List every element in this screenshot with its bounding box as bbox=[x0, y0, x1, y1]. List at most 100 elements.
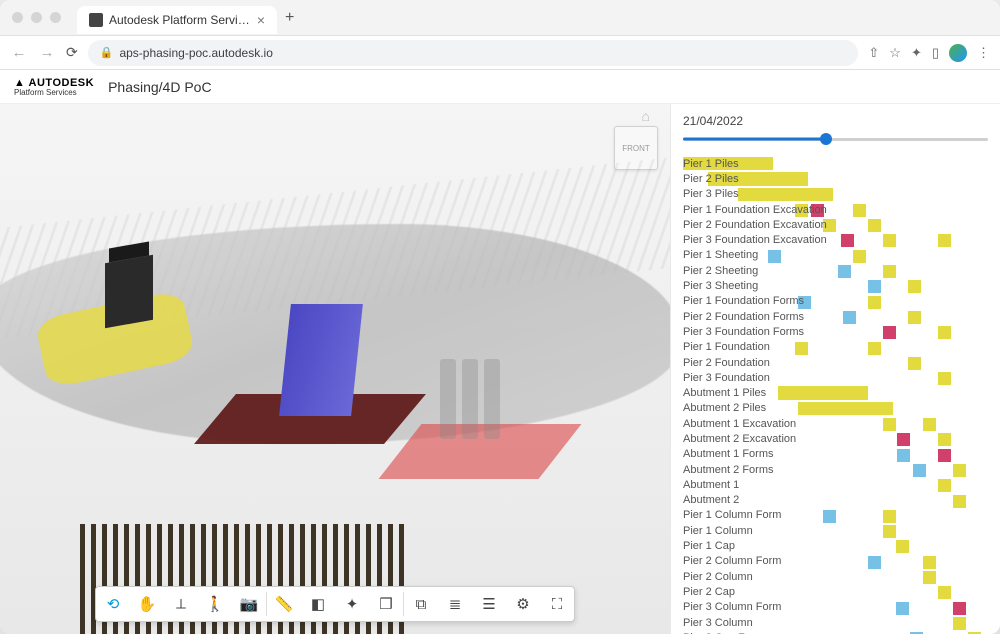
gantt-task-label: Abutment 1 Excavation bbox=[683, 418, 833, 430]
timeline-slider[interactable] bbox=[683, 132, 988, 146]
profile-avatar[interactable] bbox=[949, 44, 967, 62]
menu-icon[interactable]: ⋮ bbox=[977, 45, 990, 61]
gantt-row[interactable]: Pier 1 Column bbox=[683, 523, 988, 538]
gantt-row[interactable]: Pier 3 Foundation Forms bbox=[683, 324, 988, 339]
gantt-row[interactable]: Pier 3 Cap Form bbox=[683, 630, 988, 634]
viewer-3d[interactable]: ⌂ FRONT ⟲ ✋ ⟂ 🚶 📷 📏 ◧ bbox=[0, 104, 670, 634]
address-bar[interactable]: 🔒 aps-phasing-poc.autodesk.io bbox=[88, 40, 859, 66]
gantt-task-label: Pier 1 Piles bbox=[683, 158, 833, 170]
gantt-row[interactable]: Pier 2 Foundation bbox=[683, 355, 988, 370]
browser-titlebar: Autodesk Platform Services: P × + bbox=[0, 0, 1000, 36]
gantt-task-label: Abutment 2 Forms bbox=[683, 464, 833, 476]
gantt-row[interactable]: Pier 2 Foundation Excavation bbox=[683, 217, 988, 232]
gantt-task-label: Abutment 1 Piles bbox=[683, 387, 833, 399]
reload-button[interactable]: ⟳ bbox=[66, 44, 78, 61]
gantt-task-label: Abutment 2 Piles bbox=[683, 402, 833, 414]
gantt-row[interactable]: Pier 2 Sheeting bbox=[683, 263, 988, 278]
gantt-row[interactable]: Pier 1 Foundation bbox=[683, 340, 988, 355]
gantt-task-label: Pier 2 Foundation bbox=[683, 357, 833, 369]
properties-button[interactable]: ☰ bbox=[472, 587, 506, 621]
gantt-task-label: Pier 2 Piles bbox=[683, 173, 833, 185]
timeline-date: 21/04/2022 bbox=[683, 114, 988, 128]
gantt-task-label: Pier 2 Sheeting bbox=[683, 265, 833, 277]
gantt-row[interactable]: Abutment 1 bbox=[683, 477, 988, 492]
gantt-task-label: Pier 1 Column bbox=[683, 525, 833, 537]
gantt-row[interactable]: Pier 3 Piles bbox=[683, 187, 988, 202]
gantt-task-label: Pier 2 Foundation Excavation bbox=[683, 219, 833, 231]
close-window-icon[interactable] bbox=[12, 12, 23, 23]
gantt-row[interactable]: Abutment 2 Piles bbox=[683, 401, 988, 416]
gantt-task-label: Pier 3 Foundation Excavation bbox=[683, 234, 833, 246]
autodesk-logo: ▲ AUTODESK Platform Services bbox=[14, 77, 94, 97]
gantt-row[interactable]: Abutment 1 Piles bbox=[683, 385, 988, 400]
minimize-window-icon[interactable] bbox=[31, 12, 42, 23]
gantt-task-label: Pier 3 Foundation bbox=[683, 372, 833, 384]
pan-button[interactable]: ✋ bbox=[130, 587, 164, 621]
explode-button[interactable]: ✦ bbox=[335, 587, 369, 621]
gantt-task-label: Pier 1 Foundation Forms bbox=[683, 295, 833, 307]
section-button[interactable]: ◧ bbox=[301, 587, 335, 621]
orbit-button[interactable]: ⟲ bbox=[96, 587, 130, 621]
gantt-row[interactable]: Pier 1 Piles bbox=[683, 156, 988, 171]
gantt-row[interactable]: Pier 3 Sheeting bbox=[683, 278, 988, 293]
gantt-row[interactable]: Pier 2 Piles bbox=[683, 171, 988, 186]
camera-button[interactable]: 📷 bbox=[232, 587, 266, 621]
gantt-task-label: Pier 2 Cap bbox=[683, 586, 833, 598]
gantt-task-label: Abutment 2 bbox=[683, 494, 833, 506]
scene bbox=[0, 104, 670, 634]
share-icon[interactable]: ⇧ bbox=[868, 45, 879, 61]
close-tab-icon[interactable]: × bbox=[257, 12, 265, 28]
gantt-row[interactable]: Abutment 2 Forms bbox=[683, 462, 988, 477]
gantt-row[interactable]: Pier 1 Column Form bbox=[683, 508, 988, 523]
gantt-row[interactable]: Pier 3 Column Form bbox=[683, 600, 988, 615]
gantt-row[interactable]: Pier 2 Column Form bbox=[683, 554, 988, 569]
lock-icon: 🔒 bbox=[100, 46, 114, 59]
maximize-window-icon[interactable] bbox=[50, 12, 61, 23]
timeline-sidebar: 21/04/2022 Pier 1 PilesPier 2 PilesPier … bbox=[670, 104, 1000, 634]
gantt-row[interactable]: Pier 3 Foundation bbox=[683, 370, 988, 385]
gantt-task-label: Pier 3 Column Form bbox=[683, 601, 833, 613]
forward-button[interactable]: → bbox=[38, 44, 56, 61]
gantt-row[interactable]: Pier 1 Foundation Forms bbox=[683, 294, 988, 309]
gantt-task-label: Pier 3 Sheeting bbox=[683, 280, 833, 292]
gantt-row[interactable]: Pier 1 Cap bbox=[683, 538, 988, 553]
extensions-icon[interactable]: ✦ bbox=[911, 45, 922, 61]
app-header: ▲ AUTODESK Platform Services Phasing/4D … bbox=[0, 70, 1000, 104]
gantt-row[interactable]: Abutment 1 Forms bbox=[683, 447, 988, 462]
browser-button[interactable]: ⧉ bbox=[404, 587, 438, 621]
gantt-task-label: Pier 2 Foundation Forms bbox=[683, 311, 833, 323]
settings-button[interactable]: ⚙ bbox=[506, 587, 540, 621]
gantt-row[interactable]: Abutment 2 bbox=[683, 493, 988, 508]
gantt-task-label: Abutment 1 Forms bbox=[683, 448, 833, 460]
gantt-task-label: Pier 1 Column Form bbox=[683, 509, 833, 521]
gantt-row[interactable]: Pier 1 Foundation Excavation bbox=[683, 202, 988, 217]
new-tab-button[interactable]: + bbox=[285, 9, 294, 27]
back-button[interactable]: ← bbox=[10, 44, 28, 61]
model-button[interactable]: ❒ bbox=[369, 587, 403, 621]
reader-icon[interactable]: ▯ bbox=[932, 45, 939, 61]
gantt-task-label: Pier 1 Foundation Excavation bbox=[683, 204, 833, 216]
gantt-row[interactable]: Pier 3 Foundation Excavation bbox=[683, 232, 988, 247]
layers-button[interactable]: ≣ bbox=[438, 587, 472, 621]
gantt-task-label: Pier 1 Foundation bbox=[683, 341, 833, 353]
gantt-task-label: Abutment 1 bbox=[683, 479, 833, 491]
brand-name: ▲ AUTODESK bbox=[14, 77, 94, 89]
gantt-task-label: Pier 3 Foundation Forms bbox=[683, 326, 833, 338]
url-text: aps-phasing-poc.autodesk.io bbox=[119, 46, 272, 60]
gantt-row[interactable]: Abutment 2 Excavation bbox=[683, 431, 988, 446]
walk-button[interactable]: 🚶 bbox=[198, 587, 232, 621]
gantt-row[interactable]: Pier 2 Cap bbox=[683, 584, 988, 599]
gantt-row[interactable]: Pier 1 Sheeting bbox=[683, 248, 988, 263]
bookmark-icon[interactable]: ☆ bbox=[889, 45, 901, 61]
dolly-button[interactable]: ⟂ bbox=[164, 587, 198, 621]
gantt-row[interactable]: Abutment 1 Excavation bbox=[683, 416, 988, 431]
gantt-row[interactable]: Pier 2 Column bbox=[683, 569, 988, 584]
gantt-row[interactable]: Pier 3 Column bbox=[683, 615, 988, 630]
gantt-chart: Pier 1 Piles Pier 2 Piles Pier 3 Piles Pier… bbox=[683, 156, 988, 634]
brand-sub: Platform Services bbox=[14, 89, 94, 97]
gantt-row[interactable]: Pier 2 Foundation Forms bbox=[683, 309, 988, 324]
page-title: Phasing/4D PoC bbox=[108, 79, 212, 95]
browser-tab[interactable]: Autodesk Platform Services: P × bbox=[77, 6, 277, 34]
measure-button[interactable]: 📏 bbox=[267, 587, 301, 621]
fullscreen-button[interactable]: ⛶ bbox=[540, 587, 574, 621]
